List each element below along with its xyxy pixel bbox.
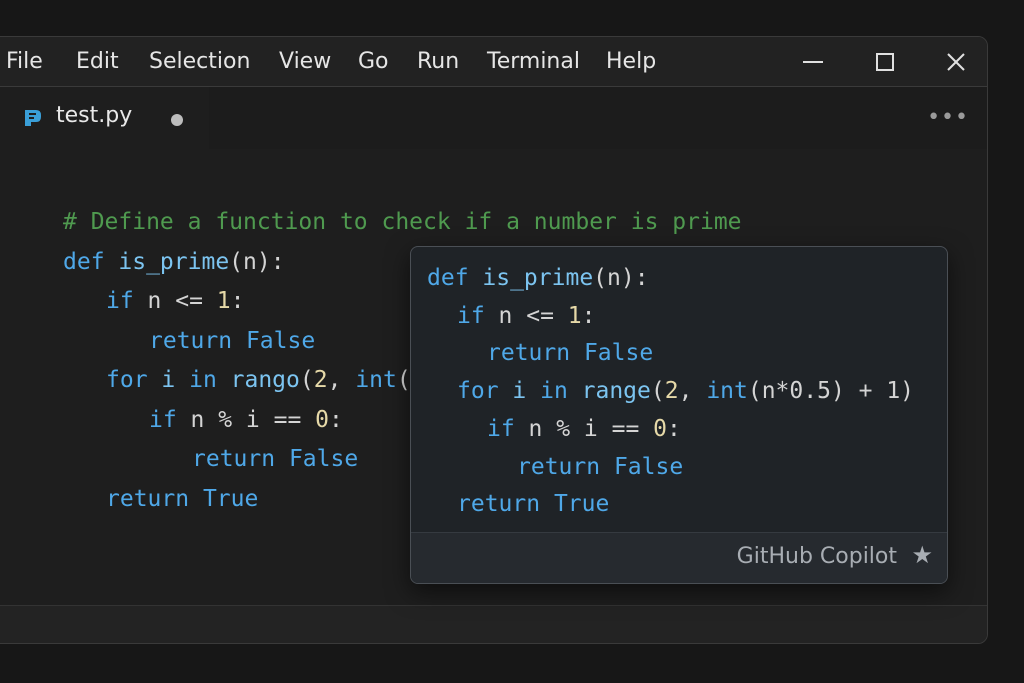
close-button[interactable]	[936, 45, 976, 79]
code-token: True	[553, 491, 610, 518]
code-line: if n <= 1:	[106, 288, 245, 314]
code-token: return	[517, 453, 614, 480]
code-token: 2	[313, 367, 328, 393]
code-line: def is_prime(n):	[63, 249, 285, 275]
tab-test-py[interactable]: test.py	[0, 87, 209, 149]
code-token: return	[192, 446, 289, 472]
code-token: (n):	[229, 248, 285, 275]
menu-run[interactable]: Run	[417, 49, 459, 74]
suggestion-footer: GitHub Copilot ★	[411, 532, 947, 583]
suggestion-line: for i in range(2, int(n*0.5) + 1)	[457, 378, 914, 404]
maximize-icon	[876, 53, 894, 71]
code-token: n <=	[147, 288, 217, 314]
suggestion-line: if n <= 1:	[457, 303, 596, 329]
code-token: def	[427, 265, 483, 291]
minimize-button[interactable]	[793, 45, 833, 79]
code-line: if n % i == 0:	[149, 407, 343, 433]
menu-terminal[interactable]: Terminal	[487, 49, 580, 74]
minimize-icon	[803, 61, 823, 63]
code-token: 1	[567, 302, 582, 329]
code-token: False	[288, 446, 359, 472]
code-token: 2	[664, 378, 679, 405]
code-token: n % i ==	[528, 415, 654, 442]
menu-view[interactable]: View	[279, 49, 331, 74]
code-line: # Define a function to check if a number…	[63, 209, 742, 235]
menu-go[interactable]: Go	[358, 49, 389, 74]
menu-file[interactable]: File	[6, 49, 43, 74]
close-icon	[947, 53, 965, 71]
code-line: return True	[106, 486, 258, 512]
code-token: 1	[216, 288, 231, 314]
code-token: :	[667, 415, 681, 442]
code-token: is_prime	[482, 265, 594, 291]
suggestion-line: def is_prime(n):	[427, 265, 649, 291]
tab-bar: test.py •••	[0, 87, 987, 149]
code-token: n % i ==	[190, 406, 316, 433]
status-bar	[0, 605, 987, 643]
code-token: is_prime	[118, 248, 230, 275]
code-line: return False	[149, 328, 315, 354]
code-token: ,	[327, 367, 356, 393]
code-token: (n):	[593, 265, 649, 291]
code-token: int	[706, 378, 748, 405]
menu-help[interactable]: Help	[606, 49, 656, 74]
code-token: :	[329, 406, 343, 433]
code-token: False	[583, 340, 654, 367]
code-token: (n*0.5) + 1)	[747, 378, 915, 405]
more-actions-icon[interactable]: •••	[927, 105, 969, 130]
code-token: 0	[315, 406, 330, 433]
code-token: if	[106, 288, 148, 314]
suggestion-line: return False	[517, 454, 683, 480]
code-token: True	[202, 485, 259, 512]
star-icon[interactable]: ★	[911, 541, 933, 569]
code-token: if	[487, 415, 529, 442]
suggestion-line: return True	[457, 491, 609, 517]
code-token: i	[161, 367, 190, 393]
copilot-label: GitHub Copilot	[736, 544, 897, 569]
code-token: rango	[230, 367, 300, 393]
code-token: (	[650, 378, 665, 405]
code-token: if	[457, 302, 499, 329]
code-token: :	[230, 288, 245, 314]
code-token: range	[581, 378, 651, 405]
code-token: :	[581, 302, 596, 329]
python-file-icon	[25, 110, 41, 126]
maximize-button[interactable]	[865, 45, 905, 79]
code-token: i	[512, 378, 541, 405]
code-token: # Define a function to check if a number…	[63, 209, 742, 235]
menu-selection[interactable]: Selection	[149, 49, 250, 74]
code-token: return	[457, 491, 554, 518]
suggestion-line: if n % i == 0:	[487, 416, 681, 442]
code-token: return	[106, 485, 203, 512]
code-token: for	[457, 378, 513, 405]
code-token: if	[149, 406, 191, 433]
code-token: in	[189, 367, 231, 393]
code-token: def	[63, 248, 119, 275]
code-token: return	[149, 327, 246, 354]
tab-label: test.py	[56, 103, 133, 128]
code-token: n <=	[498, 302, 568, 329]
code-line: for i in rango(2, int(	[106, 367, 411, 393]
code-token: int	[355, 367, 397, 393]
menu-bar: File Edit Selection View Go Run Terminal…	[0, 37, 987, 87]
code-token: (	[299, 367, 314, 393]
code-token: for	[106, 367, 162, 393]
suggestion-line: return False	[487, 340, 653, 366]
copilot-suggestion-popup[interactable]: def is_prime(n): if n <= 1: return False fo…	[410, 246, 948, 584]
code-token: 0	[653, 415, 668, 442]
code-token: in	[540, 378, 582, 405]
unsaved-indicator[interactable]	[171, 114, 183, 126]
code-token: ,	[678, 378, 707, 405]
code-token: False	[245, 327, 316, 354]
code-token: return	[487, 340, 584, 367]
code-token: False	[613, 453, 684, 480]
code-token: (	[396, 367, 411, 393]
menu-edit[interactable]: Edit	[76, 49, 119, 74]
code-line: return False	[192, 446, 358, 472]
